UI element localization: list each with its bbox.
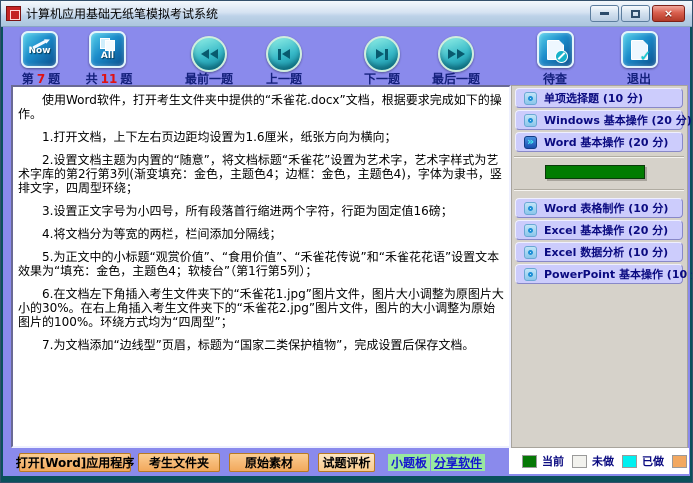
minimize-button[interactable] <box>590 5 619 22</box>
legend-done-label: 已做 <box>642 453 664 469</box>
total-question-number: 11 <box>98 72 121 86</box>
exam-app-window: 计算机应用基础无纸笔模拟考试系统 × Now 第7题 All 共11题 <box>0 0 693 483</box>
question-step: 7.为文档添加“边线型”页眉，标题为“国家二类保护植物”，完成设置后保存文档。 <box>18 338 504 352</box>
documents-icon <box>100 38 115 51</box>
document-check-icon: ✓ <box>631 40 648 60</box>
section-radio-icon <box>524 92 537 105</box>
title-bar: 计算机应用基础无纸笔模拟考试系统 × <box>1 1 692 27</box>
sidebar-item-excel-analysis[interactable]: Excel 数据分析 (10 分) <box>515 242 683 262</box>
document-slash-icon <box>547 40 564 60</box>
divider <box>514 156 684 158</box>
next-question-icon <box>376 49 384 59</box>
sidebar-item-powerpoint-basics[interactable]: PowerPoint 基本操作 (10 分) <box>515 264 683 284</box>
counter-prefix: 共 <box>86 72 98 86</box>
question-board-link[interactable]: 小题板 <box>388 454 430 471</box>
section-radio-icon <box>524 224 537 237</box>
section-label: Excel 基本操作 (20 分) <box>544 222 668 238</box>
now-caption: Now <box>28 47 50 56</box>
section-label: PowerPoint 基本操作 (10 分) <box>544 266 693 282</box>
current-question-number: 7 <box>34 72 48 86</box>
question-step: 6.在文档左下角插入考生文件夹下的“禾雀花1.jpg”图片文件，图片大小调整为原… <box>18 287 504 329</box>
section-radio-icon <box>524 202 537 215</box>
restore-button[interactable] <box>621 5 650 22</box>
section-radio-icon <box>524 268 537 281</box>
sidebar-item-excel-basics[interactable]: Excel 基本操作 (20 分) <box>515 220 683 240</box>
question-step: 3.设置正文字号为小四号，所有段落首行缩进两个字符，行距为固定值16磅； <box>18 204 504 218</box>
question-panel: 使用Word软件，打开考生文件夹中提供的“禾雀花.docx”文档，根据要求完成如… <box>11 85 511 448</box>
counter-prefix: 第 <box>22 72 34 86</box>
all-caption: All <box>101 52 114 61</box>
sidebar-item-word-basics[interactable]: » Word 基本操作 (20 分) <box>515 132 683 152</box>
minimize-icon <box>600 12 609 15</box>
question-step: 4.将文档分为等宽的两栏，栏间添加分隔线； <box>18 227 504 241</box>
question-step: 5.为正文中的小标题“观赏价值”、“食用价值”、“禾雀花传说”和“禾雀花花语”设… <box>18 250 504 278</box>
toolbar: Now 第7题 All 共11题 最前一题 上一题 下 <box>3 27 690 85</box>
question-step: 1.打开文档，上下左右页边距均设置为1.6厘米，纸张方向为横向； <box>18 130 504 144</box>
last-question-icon <box>448 49 456 59</box>
legend-current-label: 当前 <box>542 453 564 469</box>
current-question-button[interactable]: Now <box>21 31 58 68</box>
counter-suffix: 题 <box>48 72 60 86</box>
section-label: Word 表格制作 (10 分) <box>544 200 668 216</box>
close-button[interactable]: × <box>652 5 685 22</box>
window-frame: Now 第7题 All 共11题 最前一题 上一题 下 <box>1 27 692 482</box>
section-label: Windows 基本操作 (20 分) <box>544 112 692 128</box>
open-word-app-button[interactable]: 打开[Word]应用程序 <box>19 453 131 472</box>
restore-icon <box>631 10 640 18</box>
last-question-button[interactable] <box>438 36 474 72</box>
legend-review-swatch <box>672 455 687 468</box>
first-question-button[interactable] <box>191 36 227 72</box>
app-icon <box>6 6 21 21</box>
section-progress-bar <box>545 165 645 179</box>
sidebar-item-word-tables[interactable]: Word 表格制作 (10 分) <box>515 198 683 218</box>
section-label: Word 基本操作 (20 分) <box>544 134 668 150</box>
section-label: 单项选择题 (10 分) <box>544 90 643 106</box>
section-radio-icon <box>524 246 537 259</box>
section-radio-icon <box>524 114 537 127</box>
window-title: 计算机应用基础无纸笔模拟考试系统 <box>26 5 218 22</box>
all-questions-button[interactable]: All <box>89 31 126 68</box>
legend-notdone-label: 未做 <box>592 453 614 469</box>
exit-button[interactable]: ✓ <box>621 31 658 68</box>
legend-notdone-swatch <box>572 455 587 468</box>
question-intro: 使用Word软件，打开考生文件夹中提供的“禾雀花.docx”文档，根据要求完成如… <box>18 93 504 121</box>
share-software-link[interactable]: 分享软件 <box>431 454 485 471</box>
question-text: 使用Word软件，打开考生文件夹中提供的“禾雀花.docx”文档，根据要求完成如… <box>18 93 504 352</box>
counter-suffix: 题 <box>120 72 132 86</box>
legend-done-swatch <box>622 455 637 468</box>
legend-current-swatch <box>522 455 537 468</box>
sidebar-item-single-choice[interactable]: 单项选择题 (10 分) <box>515 88 683 108</box>
status-legend: 当前 未做 已做 待查 <box>509 448 689 474</box>
student-folder-button[interactable]: 考生文件夹 <box>138 453 220 472</box>
question-step: 2.设置文档主题为内置的“随意”，将文档标题“禾雀花”设置为艺术字，艺术字样式为… <box>18 153 504 195</box>
section-label: Excel 数据分析 (10 分) <box>544 244 668 260</box>
source-material-button[interactable]: 原始素材 <box>229 453 309 472</box>
sidebar-item-windows-basics[interactable]: Windows 基本操作 (20 分) <box>515 110 683 130</box>
previous-question-button[interactable] <box>266 36 302 72</box>
section-sidebar: 单项选择题 (10 分) Windows 基本操作 (20 分) » Word … <box>511 85 688 448</box>
question-analysis-button[interactable]: 试题评析 <box>318 453 375 472</box>
first-question-icon <box>201 49 209 59</box>
close-icon: × <box>664 8 673 19</box>
mark-for-review-button[interactable] <box>537 31 574 68</box>
divider <box>514 189 684 191</box>
next-question-button[interactable] <box>364 36 400 72</box>
previous-question-icon <box>278 49 281 60</box>
current-section-icon: » <box>524 136 537 149</box>
window-controls: × <box>590 5 687 22</box>
